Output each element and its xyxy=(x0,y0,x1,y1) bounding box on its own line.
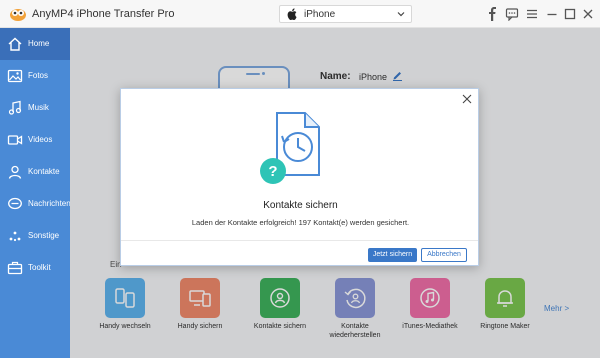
sidebar-item-label: Videos xyxy=(28,135,53,144)
sidebar-item-label: Sonstige xyxy=(28,231,60,240)
sidebar-item-sonstige[interactable]: Sonstige xyxy=(0,220,70,252)
sidebar: Home Fotos Musik Videos Kontakte Nachric… xyxy=(0,28,71,358)
svg-text:?: ? xyxy=(268,163,277,180)
facebook-icon[interactable] xyxy=(486,7,500,21)
maximize-icon[interactable] xyxy=(563,7,577,21)
sidebar-item-label: Kontakte xyxy=(28,167,60,176)
sidebar-item-label: Toolkit xyxy=(28,263,51,272)
app-logo-icon xyxy=(10,9,26,21)
dialog-divider xyxy=(121,240,478,241)
feedback-icon[interactable] xyxy=(505,7,519,21)
backup-contacts-dialog: ? Kontakte sichern Laden der Kontakte er… xyxy=(120,88,479,266)
minimize-icon[interactable] xyxy=(545,7,559,21)
backup-clock-illustration: ? xyxy=(260,112,320,184)
sidebar-item-label: Home xyxy=(28,39,50,48)
sidebar-item-musik[interactable]: Musik xyxy=(0,92,70,124)
close-icon[interactable] xyxy=(462,94,472,104)
toolkit-icon xyxy=(7,261,23,275)
device-select[interactable]: iPhone xyxy=(279,5,412,23)
music-icon xyxy=(8,100,22,115)
sidebar-item-home[interactable]: Home xyxy=(0,28,70,60)
sidebar-item-toolkit[interactable]: Toolkit xyxy=(0,252,70,284)
contacts-icon xyxy=(8,165,22,179)
home-icon xyxy=(8,37,22,51)
app-title: AnyMP4 iPhone Transfer Pro xyxy=(32,8,175,20)
close-icon[interactable] xyxy=(581,7,595,21)
sidebar-item-videos[interactable]: Videos xyxy=(0,124,70,156)
other-icon xyxy=(9,231,21,242)
device-name: iPhone xyxy=(304,9,336,20)
sidebar-item-fotos[interactable]: Fotos xyxy=(0,60,70,92)
sidebar-item-label: Musik xyxy=(28,103,49,112)
message-icon xyxy=(8,197,22,210)
menu-icon[interactable] xyxy=(525,7,539,21)
backup-now-button[interactable]: Jetzt sichern xyxy=(368,248,417,262)
photo-icon xyxy=(7,69,23,83)
sidebar-item-nachrichten[interactable]: Nachrichten xyxy=(0,188,71,220)
sidebar-item-kontakte[interactable]: Kontakte xyxy=(0,156,70,188)
title-bar: AnyMP4 iPhone Transfer Pro iPhone xyxy=(0,0,600,28)
apple-icon xyxy=(287,8,297,20)
chevron-down-icon xyxy=(397,12,405,17)
sidebar-item-label: Nachrichten xyxy=(28,199,71,208)
dialog-message: Laden der Kontakte erfolgreich! 197 Kont… xyxy=(191,218,410,227)
dialog-title: Kontakte sichern xyxy=(263,200,338,211)
video-icon xyxy=(7,135,23,145)
sidebar-item-label: Fotos xyxy=(28,71,49,80)
cancel-button[interactable]: Abbrechen xyxy=(421,248,467,262)
